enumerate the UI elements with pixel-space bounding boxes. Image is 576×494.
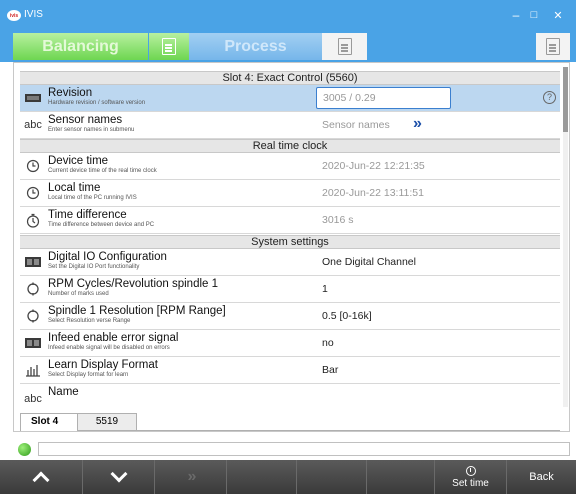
rotation-icon	[23, 307, 43, 325]
chip-icon	[23, 89, 43, 107]
row-subtitle: Time difference between device and PC	[48, 222, 155, 228]
section-real-time-clock: Real time clock	[20, 139, 560, 153]
revision-field[interactable]: 3005 / 0.29	[316, 87, 451, 109]
tab-docs[interactable]	[536, 33, 570, 60]
bottom-toolbar: » Set time Back	[0, 460, 576, 494]
status-message-box	[38, 442, 570, 456]
document-icon	[546, 38, 560, 55]
row-value: Bar	[322, 364, 339, 376]
row-title: Name	[48, 386, 79, 398]
row-subtitle: Current device time of the real time clo…	[48, 168, 157, 174]
document-icon	[162, 38, 176, 55]
digital-io-row[interactable]: Digital IO Configuration Set the Digital…	[20, 249, 560, 276]
text-abc-icon: abc	[24, 393, 42, 405]
spindle-resolution-row[interactable]: Spindle 1 Resolution [RPM Range] Select …	[20, 303, 560, 330]
row-value: One Digital Channel	[322, 256, 416, 268]
row-subtitle: Select Resolution verse Range	[48, 318, 131, 324]
device-time-row[interactable]: Device time Current device time of the r…	[20, 153, 560, 180]
row-value: 0.5 [0-16k]	[322, 310, 372, 322]
tab-process-docs[interactable]	[322, 33, 367, 60]
rotation-icon	[23, 280, 43, 298]
set-time-button[interactable]: Set time	[435, 460, 507, 494]
io-module-icon	[23, 253, 43, 271]
tab-bar: Balancing Process	[0, 30, 576, 62]
row-title: Spindle 1 Resolution [RPM Range]	[48, 305, 226, 317]
settings-panel: Slot 4: Exact Control (5560) Revision Ha…	[13, 62, 570, 432]
rpm-cycles-row[interactable]: RPM Cycles/Revolution spindle 1 Number o…	[20, 276, 560, 303]
name-row[interactable]: abc Name	[20, 384, 560, 406]
app-badge: ivis	[9, 12, 19, 19]
row-value: 1	[322, 283, 328, 295]
scrollbar-thumb[interactable]	[563, 67, 568, 132]
time-difference-row[interactable]: Time difference Time difference between …	[20, 207, 560, 234]
row-title: Device time	[48, 155, 109, 167]
tab-balancing-docs[interactable]	[149, 33, 189, 60]
local-time-row[interactable]: Local time Local time of the PC running …	[20, 180, 560, 207]
clock-icon	[23, 157, 43, 175]
row-title: Learn Display Format	[48, 359, 158, 371]
double-chevron-right-icon: »	[187, 468, 197, 485]
scroll-down-button[interactable]	[83, 460, 155, 494]
row-title: Infeed enable error signal	[48, 332, 179, 344]
row-title: Local time	[48, 182, 101, 194]
learn-display-row[interactable]: Learn Display Format Select Display form…	[20, 357, 560, 384]
row-subtitle: Select Display format for learn	[48, 372, 129, 378]
app-logo-icon: ivis	[7, 10, 21, 21]
toolbar-slot-5[interactable]	[297, 460, 367, 494]
toolbar-slot-4[interactable]	[227, 460, 297, 494]
toolbar-slot-6[interactable]	[367, 460, 435, 494]
clock-icon	[465, 465, 476, 476]
row-subtitle: Local time of the PC running IVIS	[48, 195, 137, 201]
row-title: RPM Cycles/Revolution spindle 1	[48, 278, 219, 290]
row-title: Revision	[48, 87, 93, 99]
chevron-down-icon	[110, 465, 127, 483]
row-value: 3016 s	[322, 214, 354, 226]
slot-tab-active[interactable]: Slot 4	[20, 413, 78, 431]
row-title: Digital IO Configuration	[48, 251, 167, 263]
revision-row[interactable]: Revision Hardware revision / software ve…	[20, 85, 560, 112]
row-subtitle: Number of marks used	[48, 291, 109, 297]
tab-balancing[interactable]: Balancing	[13, 33, 148, 60]
io-module-icon	[23, 334, 43, 352]
chevron-up-icon	[32, 471, 50, 489]
row-subtitle: Enter sensor names in submenu	[48, 127, 135, 133]
row-value: Sensor names	[322, 119, 390, 131]
back-button[interactable]: Back	[507, 460, 576, 494]
document-icon	[337, 38, 352, 55]
scrollbar[interactable]	[563, 67, 568, 407]
scroll-up-button[interactable]	[0, 460, 83, 494]
text-abc-icon: abc	[24, 119, 42, 131]
row-subtitle: Infeed enable signal will be disabled on…	[48, 345, 170, 351]
slot-header: Slot 4: Exact Control (5560)	[20, 71, 560, 85]
status-led-icon	[18, 443, 31, 456]
row-value: 2020-Jun-22 13:11:51	[322, 187, 424, 199]
set-time-label: Set time	[452, 477, 489, 489]
sensor-names-row[interactable]: abc Sensor names Enter sensor names in s…	[20, 112, 560, 139]
bar-display-icon	[23, 361, 43, 379]
fast-forward-button[interactable]: »	[155, 460, 227, 494]
section-system-settings: System settings	[20, 235, 560, 249]
window-title: IVIS	[24, 9, 43, 20]
double-chevron-right-icon[interactable]: »	[413, 115, 422, 133]
title-bar: ivis IVIS – □ ✕	[0, 0, 576, 30]
row-subtitle: Set the Digital IO Port functionality	[48, 264, 140, 270]
row-title: Time difference	[48, 209, 127, 221]
tab-process[interactable]: Process	[189, 33, 322, 60]
clock-icon	[23, 184, 43, 202]
close-button[interactable]: ✕	[540, 0, 576, 30]
slot-tab-other[interactable]: 5519	[77, 413, 137, 431]
row-value: 2020-Jun-22 12:21:35	[322, 160, 425, 172]
infeed-error-row[interactable]: Infeed enable error signal Infeed enable…	[20, 330, 560, 357]
row-subtitle: Hardware revision / software version	[48, 100, 146, 106]
help-icon[interactable]: ?	[543, 91, 556, 104]
row-title: Sensor names	[48, 114, 123, 126]
row-value: no	[322, 337, 334, 349]
stopwatch-icon	[23, 211, 43, 229]
